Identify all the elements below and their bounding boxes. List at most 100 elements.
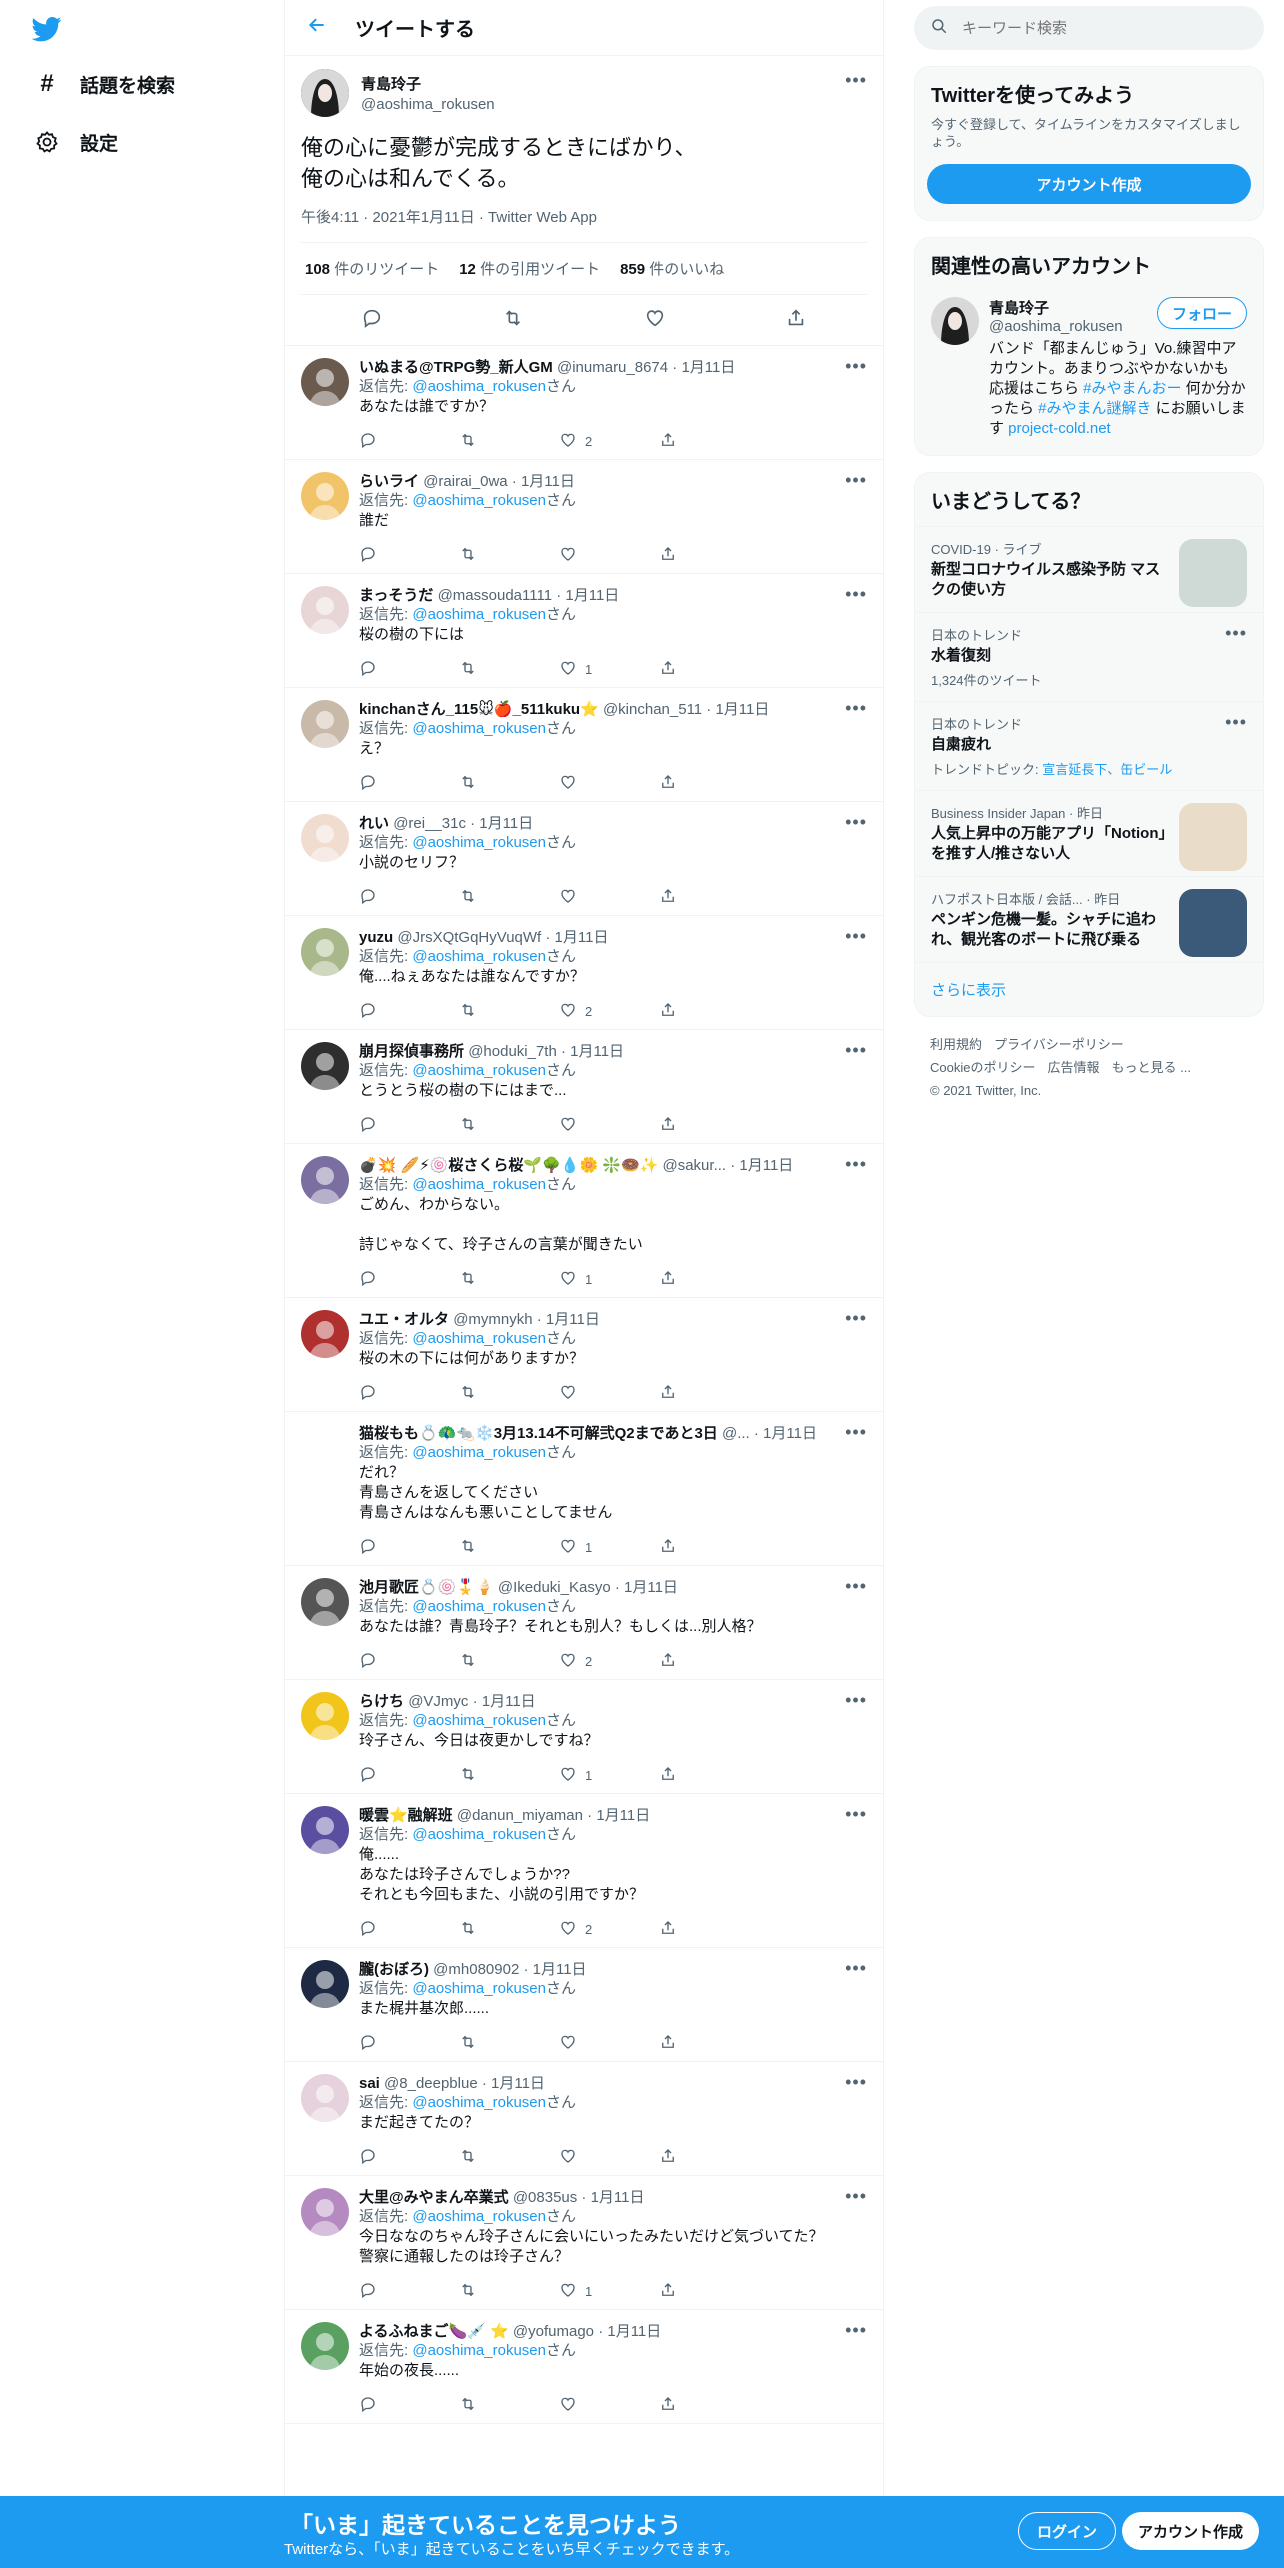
reply-to-handle[interactable]: @aoshima_rokusen (412, 2342, 546, 2359)
footer-link-cookies[interactable]: Cookieのポリシー (930, 1060, 1035, 1075)
like-button[interactable]: 1 (559, 1537, 659, 1558)
reply-to-handle[interactable]: @aoshima_rokusen (412, 492, 546, 509)
share-button[interactable] (659, 2281, 677, 2302)
reply-button[interactable] (359, 545, 459, 566)
reply-to-handle[interactable]: @aoshima_rokusen (412, 606, 546, 623)
reply-author-name[interactable]: れい (359, 815, 389, 832)
reply-meta[interactable]: @rei__31c · 1月11日 (393, 815, 533, 832)
reply-author-name[interactable]: 猫桜もも💍🦚🐀❄️3月13.14不可解弐Q2まであと3日 (359, 1425, 718, 1442)
share-button[interactable] (659, 1919, 677, 1940)
reply-button[interactable] (359, 2147, 459, 2168)
share-button[interactable] (659, 2033, 677, 2054)
retweet-count-link[interactable]: 108 件のリツイート (305, 258, 439, 279)
nav-explore[interactable]: # 話題を検索 (34, 64, 175, 104)
author-handle[interactable]: @aoshima_rokusen (361, 96, 495, 113)
like-icon[interactable] (644, 307, 666, 334)
like-count-link[interactable]: 859 件のいいね (620, 258, 724, 279)
trend-item[interactable]: COVID-19 · ライブ 新型コロナウイルス感染予防 マスクの使い方 (915, 526, 1263, 612)
reply-author-name[interactable]: まっそうだ (359, 587, 433, 604)
search-input[interactable] (962, 19, 1222, 37)
reply-author-name[interactable]: ユエ・オルタ (359, 1311, 449, 1328)
quote-count-link[interactable]: 12 件の引用ツイート (459, 258, 600, 279)
reply-to-handle[interactable]: @aoshima_rokusen (412, 2094, 546, 2111)
like-button[interactable] (559, 1115, 659, 1136)
reply-meta[interactable]: @JrsXQtGqHyVuqWf · 1月11日 (397, 929, 608, 946)
reply-button[interactable] (359, 431, 459, 452)
reply-to-handle[interactable]: @aoshima_rokusen (412, 1330, 546, 1347)
avatar[interactable] (301, 1692, 349, 1740)
more-options-icon[interactable]: ••• (845, 1040, 867, 1061)
trend-thumbnail[interactable] (1179, 803, 1247, 871)
reply-tweet[interactable]: ••• らいライ @rairai_0wa · 1月11日 返信先: @aoshima… (285, 460, 883, 574)
reply-to-handle[interactable]: @aoshima_rokusen (412, 1062, 546, 1079)
reply-tweet[interactable]: ••• れい @rei__31c · 1月11日 返信先: @aoshima_rok… (285, 802, 883, 916)
more-options-icon[interactable]: ••• (845, 1308, 867, 1329)
reply-meta[interactable]: @... · 1月11日 (722, 1425, 817, 1442)
more-options-icon[interactable]: ••• (845, 70, 867, 91)
reply-to-handle[interactable]: @aoshima_rokusen (412, 1826, 546, 1843)
retweet-button[interactable] (459, 887, 559, 908)
reply-author-name[interactable]: 朧(おぼろ) (359, 1961, 429, 1978)
reply-author-name[interactable]: 崩月探偵事務所 (359, 1043, 464, 1060)
like-button[interactable]: 2 (559, 1001, 659, 1022)
more-options-icon[interactable]: ••• (845, 2320, 867, 2341)
reply-meta[interactable]: @yofumago · 1月11日 (513, 2323, 661, 2340)
retweet-button[interactable] (459, 1001, 559, 1022)
avatar[interactable] (301, 1806, 349, 1854)
more-options-icon[interactable]: ••• (1225, 712, 1247, 733)
reply-button[interactable] (359, 1919, 459, 1940)
like-button[interactable]: 2 (559, 431, 659, 452)
like-button[interactable] (559, 2395, 659, 2416)
like-button[interactable]: 2 (559, 1919, 659, 1940)
trend-thumbnail[interactable] (1179, 889, 1247, 957)
avatar[interactable] (301, 358, 349, 406)
reply-tweet[interactable]: ••• 猫桜もも💍🦚🐀❄️3月13.14不可解弐Q2まであと3日 @... · 1… (285, 1412, 883, 1566)
show-more-link[interactable]: さらに表示 (915, 962, 1263, 1016)
avatar[interactable] (301, 700, 349, 748)
reply-meta[interactable]: @0835us · 1月11日 (513, 2189, 645, 2206)
avatar[interactable] (301, 2322, 349, 2370)
share-button[interactable] (659, 1269, 677, 1290)
more-options-icon[interactable]: ••• (845, 2072, 867, 2093)
like-button[interactable]: 2 (559, 1651, 659, 1672)
more-options-icon[interactable]: ••• (845, 1576, 867, 1597)
signup-button[interactable]: アカウント作成 (1122, 2512, 1260, 2550)
reply-to-handle[interactable]: @aoshima_rokusen (412, 948, 546, 965)
share-button[interactable] (659, 1765, 677, 1786)
share-icon[interactable] (785, 307, 807, 334)
reply-meta[interactable]: @inumaru_8674 · 1月11日 (557, 359, 735, 376)
nav-settings[interactable]: 設定 (34, 122, 118, 162)
share-button[interactable] (659, 1383, 677, 1404)
reply-button[interactable] (359, 2281, 459, 2302)
more-options-icon[interactable]: ••• (845, 356, 867, 377)
reply-tweet[interactable]: ••• 崩月探偵事務所 @hoduki_7th · 1月11日 返信先: @aosh… (285, 1030, 883, 1144)
retweet-button[interactable] (459, 2281, 559, 2302)
retweet-button[interactable] (459, 2033, 559, 2054)
reply-button[interactable] (359, 1537, 459, 1558)
reply-button[interactable] (359, 659, 459, 680)
reply-meta[interactable]: @mymnykh · 1月11日 (453, 1311, 600, 1328)
avatar[interactable] (301, 1042, 349, 1090)
related-account[interactable]: 青島玲子 @aoshima_rokusen バンド「都まんじゅう」Vo.練習中ア… (915, 291, 1263, 455)
more-options-icon[interactable]: ••• (845, 812, 867, 833)
more-options-icon[interactable]: ••• (845, 1958, 867, 1979)
reply-button[interactable] (359, 2395, 459, 2416)
reply-meta[interactable]: @VJmyc · 1月11日 (408, 1693, 535, 1710)
reply-author-name[interactable]: yuzu (359, 929, 393, 946)
reply-meta[interactable]: @Ikeduki_Kasyo · 1月11日 (498, 1579, 678, 1596)
retweet-button[interactable] (459, 1269, 559, 1290)
share-button[interactable] (659, 545, 677, 566)
like-button[interactable]: 1 (559, 659, 659, 680)
reply-author-name[interactable]: らけち (359, 1693, 404, 1710)
reply-tweet[interactable]: ••• よるふねまご🍆💉 ⭐ @yofumago · 1月11日 返信先: @aos… (285, 2310, 883, 2424)
reply-to-handle[interactable]: @aoshima_rokusen (412, 1176, 546, 1193)
like-button[interactable]: 1 (559, 1269, 659, 1290)
reply-tweet[interactable]: ••• yuzu @JrsXQtGqHyVuqWf · 1月11日 返信先: @ao… (285, 916, 883, 1030)
reply-tweet[interactable]: ••• 💣💥 🥖⚡🍥桜さくら桜🌱🌳💧🌼 ❇️🍩✨ @sakur... · 1月11… (285, 1144, 883, 1298)
avatar[interactable] (301, 928, 349, 976)
trend-item[interactable]: 日本のトレンド 水着復刻 1,324件のツイート ••• (915, 612, 1263, 701)
reply-to-handle[interactable]: @aoshima_rokusen (412, 378, 546, 395)
retweet-button[interactable] (459, 1115, 559, 1136)
retweet-button[interactable] (459, 773, 559, 794)
reply-button[interactable] (359, 887, 459, 908)
